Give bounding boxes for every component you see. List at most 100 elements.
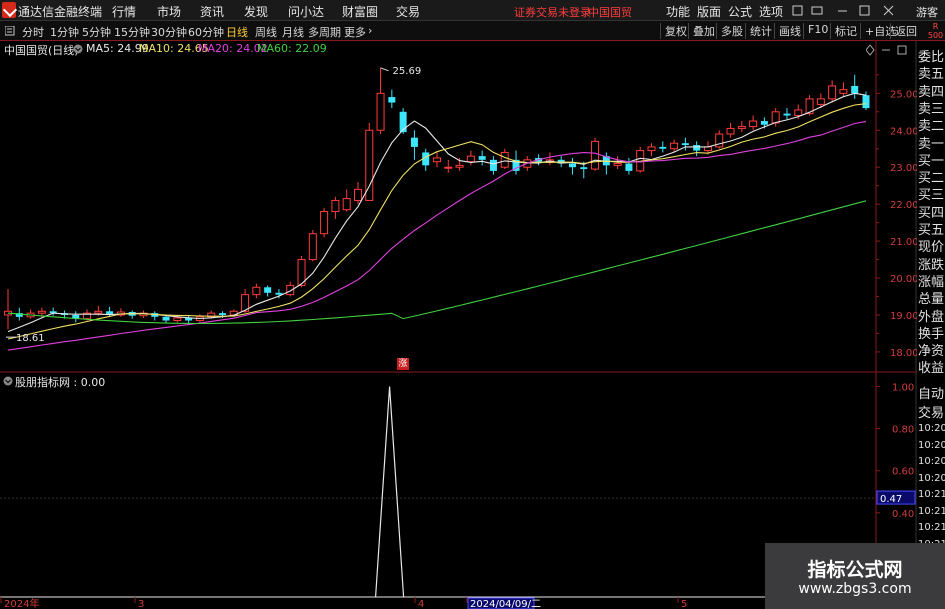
- skin-icon[interactable]: [792, 5, 803, 16]
- btn-diejia[interactable]: 叠加: [688, 23, 715, 39]
- sub-tick-label: 0.60: [892, 467, 914, 478]
- candle-body: [410, 137, 418, 147]
- period-monthly[interactable]: 月线: [282, 24, 304, 40]
- site-watermark: 指标公式网 www.zbgs3.com: [765, 543, 945, 609]
- chart-corner-controls: [866, 44, 907, 56]
- trade-time: 10:20: [918, 439, 945, 451]
- side-panel-item: 卖五: [918, 67, 945, 83]
- menu-gongneng[interactable]: 功能: [666, 3, 690, 20]
- more-chevron-icon[interactable]: ›: [368, 24, 372, 37]
- candle-body: [681, 143, 689, 146]
- kline-chart[interactable]: 25.00 24.00 23.00 22.00 21.00 20.00 19.00 18.00…: [0, 41, 917, 609]
- candle-body: [376, 92, 385, 131]
- candle-body: [162, 316, 170, 321]
- menu-hangqing[interactable]: 行情: [112, 3, 136, 20]
- side-panel-item: 外盘: [918, 309, 945, 325]
- candle-body: [783, 113, 791, 116]
- trade-time: 10:21: [918, 489, 945, 500]
- btn-duogu[interactable]: 多股: [716, 23, 743, 39]
- period-1min[interactable]: 1分钟: [50, 24, 79, 40]
- guest-label[interactable]: 游客: [916, 4, 938, 20]
- menu-wenxiaoda[interactable]: 问小达: [288, 3, 324, 20]
- current-stock-name: 中国国贸: [588, 6, 632, 19]
- candle-body: [749, 120, 758, 128]
- btn-huaxian[interactable]: 画线: [774, 23, 801, 39]
- candle-body: [94, 310, 103, 314]
- btn-fanhui[interactable]: 返回: [890, 23, 917, 39]
- toolbar-menu-icon[interactable]: [5, 26, 15, 36]
- btn-tongji[interactable]: 统计: [745, 23, 772, 39]
- menu-faxian[interactable]: 发现: [244, 3, 268, 20]
- candle-body: [794, 109, 803, 116]
- time-axis-label: 2024年: [4, 597, 39, 609]
- side-panel-lower-item[interactable]: 交易: [918, 402, 945, 421]
- candle-body: [500, 151, 509, 168]
- trade-time: 10:21: [918, 522, 945, 533]
- menu-jiaoyi[interactable]: 交易: [396, 3, 420, 20]
- candle-body: [613, 163, 622, 166]
- limit-up-marker: 涨: [397, 358, 409, 370]
- period-daily[interactable]: 日线: [226, 24, 248, 40]
- period-5min[interactable]: 5分钟: [82, 24, 111, 40]
- main-chart-title: 中国国贸(日线): [4, 44, 79, 57]
- login-status[interactable]: 证券交易未登录: [514, 4, 591, 20]
- candle-body: [862, 95, 870, 109]
- trade-time: 10:21: [918, 505, 945, 517]
- trade-time: 10:20: [918, 456, 945, 467]
- candle-body: [659, 146, 667, 149]
- period-weekly[interactable]: 周线: [255, 24, 277, 40]
- candle-body: [264, 287, 272, 293]
- close-icon[interactable]: [883, 5, 894, 16]
- trading-terminal-window: 通达信金融终端 行情 市场 资讯 发现 问小达 财富圈 交易 证券交易未登录 中…: [0, 0, 945, 609]
- ma5-line: [7, 92, 867, 333]
- period-more[interactable]: 更多: [344, 24, 366, 40]
- period-15min[interactable]: 15分钟: [114, 24, 150, 40]
- trade-time: 10:20: [918, 472, 945, 484]
- ma60-line: [7, 200, 867, 325]
- btn-f10[interactable]: F10: [803, 23, 828, 39]
- candle-body: [726, 127, 735, 135]
- menu-banmian[interactable]: 版面: [697, 3, 721, 20]
- candle-body: [466, 155, 475, 163]
- time-axis-label: 5: [681, 599, 687, 609]
- candle-body: [625, 163, 633, 171]
- period-60min[interactable]: 60分钟: [188, 24, 224, 40]
- menu-shichang[interactable]: 市场: [157, 3, 181, 20]
- price-tick-label: 22.00: [890, 200, 917, 211]
- period-30min[interactable]: 30分钟: [151, 24, 187, 40]
- r-badge-line1: R: [932, 22, 939, 31]
- sub-legend-toggle-icon[interactable]: [3, 376, 13, 386]
- side-panel-item: 买四: [918, 205, 945, 221]
- low-label: 18.61: [16, 333, 45, 344]
- candle-body: [851, 85, 859, 94]
- price-tick-label: 21.00: [890, 237, 917, 248]
- r-badge-line2: 500: [927, 31, 944, 40]
- high-arrow: [380, 67, 389, 72]
- app-title: 通达信金融终端: [18, 5, 103, 19]
- menu-xuanxiang[interactable]: 选项: [759, 3, 783, 20]
- side-panel-lower-item[interactable]: 自动: [918, 383, 945, 402]
- high-label: 25.69: [393, 66, 422, 77]
- period-fenshi[interactable]: 分时: [22, 24, 44, 40]
- legend-toggle-icon[interactable]: [73, 44, 83, 54]
- candle-body: [433, 157, 441, 163]
- price-tick-label: 23.00: [890, 163, 917, 174]
- message-icon[interactable]: [811, 6, 823, 15]
- side-panel-item: 卖四: [918, 84, 945, 100]
- menu-gongshi[interactable]: 公式: [728, 3, 752, 20]
- candle-body: [670, 142, 679, 150]
- side-panel-item: 买二: [918, 171, 945, 187]
- candle-body: [320, 211, 329, 235]
- btn-biaoji[interactable]: 标记: [830, 23, 857, 39]
- menu-zixun[interactable]: 资讯: [200, 3, 224, 20]
- diamond-icon[interactable]: [866, 44, 875, 56]
- candle-body: [760, 121, 768, 125]
- top-menu-bar: 通达信金融终端 行情 市场 资讯 发现 问小达 财富圈 交易 证券交易未登录 中…: [0, 0, 945, 21]
- btn-fuquan[interactable]: 复权: [660, 23, 687, 39]
- maximize-icon[interactable]: [859, 5, 870, 16]
- menu-caifuquan[interactable]: 财富圈: [342, 3, 378, 20]
- chart-maximize-icon[interactable]: [897, 45, 907, 55]
- side-panel-item: 净资: [918, 344, 945, 360]
- period-multi[interactable]: 多周期: [308, 24, 341, 40]
- candle-body: [771, 111, 780, 124]
